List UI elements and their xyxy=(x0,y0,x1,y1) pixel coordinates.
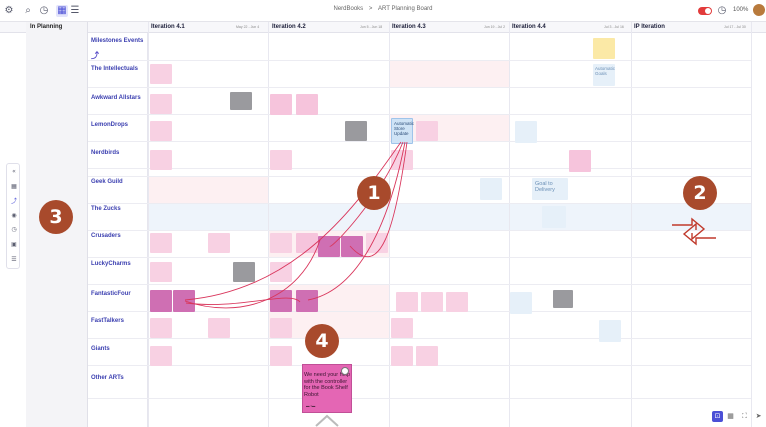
swap-arrows-icon xyxy=(672,217,716,246)
filter-icon[interactable]: ☰ xyxy=(8,254,20,265)
dependency-line xyxy=(307,141,406,301)
annotation-badge: 3 xyxy=(39,200,73,234)
image-icon[interactable]: ▣ xyxy=(8,239,20,250)
sticky-footer-icon: ▬ ▪▬ xyxy=(306,404,316,408)
dependency-line xyxy=(185,297,301,305)
dependency-lines xyxy=(184,141,716,427)
sticky-note-text: We need your help with the controller fo… xyxy=(304,372,351,398)
avatar xyxy=(341,367,349,375)
bottom-toolbar: ⊡ ▦ ⛶ ➤ xyxy=(709,410,765,424)
annotation-badge: 1 xyxy=(357,176,391,210)
dependency-icon[interactable]: ⤴ xyxy=(8,196,20,207)
expand-caret-icon[interactable] xyxy=(315,414,339,427)
clock-icon[interactable]: ◷ xyxy=(8,224,20,235)
left-toolbar: « ▦ ⤴ ◉ ◷ ▣ ☰ xyxy=(6,163,20,269)
fullscreen-icon[interactable]: ⛶ xyxy=(739,411,750,422)
target-icon[interactable]: ◉ xyxy=(8,210,20,221)
pointer-icon[interactable]: ➤ xyxy=(753,411,764,422)
fit-view-icon[interactable]: ⊡ xyxy=(712,411,723,422)
grid-icon[interactable]: ▦ xyxy=(8,181,20,192)
dependency-line xyxy=(184,141,402,301)
annotation-badge: 4 xyxy=(305,324,339,358)
grid-view-icon[interactable]: ▦ xyxy=(725,411,736,422)
collapse-icon[interactable]: « xyxy=(8,166,20,177)
annotation-badge: 2 xyxy=(683,176,717,210)
